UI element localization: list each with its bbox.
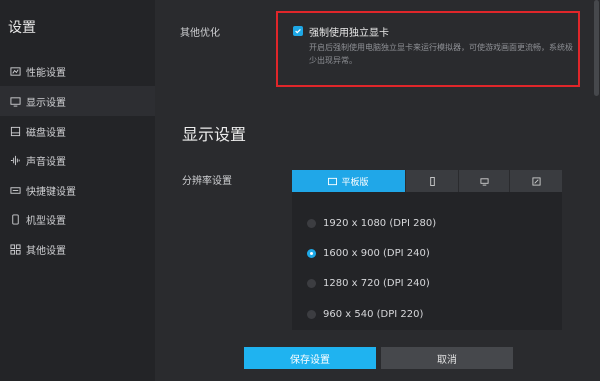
keyboard-icon	[9, 184, 21, 196]
resolution-option[interactable]: 960 x 540 (DPI 220)	[307, 309, 423, 320]
tablet-icon	[328, 177, 338, 185]
performance-icon	[9, 65, 21, 77]
cancel-button[interactable]: 取消	[381, 347, 513, 369]
phone-portrait-icon	[429, 176, 435, 186]
resolution-tabs: 平板版	[292, 170, 562, 192]
resolution-label-text: 960 x 540 (DPI 220)	[323, 309, 424, 320]
tab-custom[interactable]	[510, 170, 562, 192]
sidebar-item-device[interactable]: 机型设置	[0, 204, 155, 234]
check-icon	[295, 28, 301, 34]
grid-icon	[9, 243, 21, 255]
radio-button[interactable]	[307, 279, 316, 288]
sidebar-item-label: 机型设置	[26, 215, 66, 227]
radio-button[interactable]	[307, 219, 316, 228]
sidebar-item-label: 性能设置	[26, 67, 66, 79]
display-icon	[9, 95, 21, 107]
tab-monitor[interactable]	[459, 170, 510, 192]
tab-tablet[interactable]: 平板版	[292, 170, 406, 192]
tab-label: 平板版	[341, 177, 369, 188]
resolution-option[interactable]: 1600 x 900 (DPI 240)	[307, 248, 430, 259]
sidebar-item-display[interactable]: 显示设置	[0, 86, 155, 116]
sidebar: 设置 性能设置 显示设置 磁盘设置 声音设置 快捷键设置 机型设置 其他设置	[0, 0, 155, 381]
disk-icon	[9, 125, 21, 137]
force-gpu-label: 强制使用独立显卡	[309, 28, 389, 39]
sidebar-item-label: 显示设置	[26, 97, 66, 109]
resolution-label-text: 1920 x 1080 (DPI 280)	[323, 218, 437, 229]
sidebar-item-hotkeys[interactable]: 快捷键设置	[0, 175, 155, 205]
phone-icon	[9, 213, 21, 225]
radio-button-selected[interactable]	[307, 249, 316, 258]
tab-phone[interactable]	[406, 170, 459, 192]
resolution-label-text: 1600 x 900 (DPI 240)	[323, 248, 430, 259]
force-gpu-description: 开启后强制使用电脑独立显卡来运行模拟器，可使游戏画面更流畅，系统极少出现异常。	[309, 43, 573, 65]
other-optimization-label: 其他优化	[180, 28, 220, 39]
sidebar-item-sound[interactable]: 声音设置	[0, 145, 155, 175]
sidebar-item-label: 磁盘设置	[26, 127, 66, 139]
scrollbar-thumb[interactable]	[594, 0, 599, 96]
section-title: 显示设置	[182, 125, 247, 144]
sound-icon	[9, 154, 21, 166]
sidebar-title: 设置	[8, 20, 36, 36]
edit-icon	[531, 176, 541, 186]
scrollbar[interactable]	[593, 0, 600, 381]
sidebar-item-disk[interactable]: 磁盘设置	[0, 116, 155, 146]
sidebar-item-label: 快捷键设置	[26, 186, 76, 198]
save-button[interactable]: 保存设置	[244, 347, 376, 369]
sidebar-item-other[interactable]: 其他设置	[0, 234, 155, 264]
resolution-option[interactable]: 1280 x 720 (DPI 240)	[307, 278, 430, 289]
radio-button[interactable]	[307, 310, 316, 319]
resolution-option[interactable]: 1920 x 1080 (DPI 280)	[307, 218, 436, 229]
force-gpu-checkbox[interactable]	[293, 26, 303, 36]
monitor-icon	[479, 177, 489, 186]
sidebar-item-performance[interactable]: 性能设置	[0, 56, 155, 86]
resolution-list: 1920 x 1080 (DPI 280) 1600 x 900 (DPI 24…	[292, 192, 562, 330]
resolution-label-text: 1280 x 720 (DPI 240)	[323, 278, 430, 289]
sidebar-item-label: 其他设置	[26, 245, 66, 257]
sidebar-item-label: 声音设置	[26, 156, 66, 168]
resolution-label: 分辨率设置	[182, 176, 232, 187]
